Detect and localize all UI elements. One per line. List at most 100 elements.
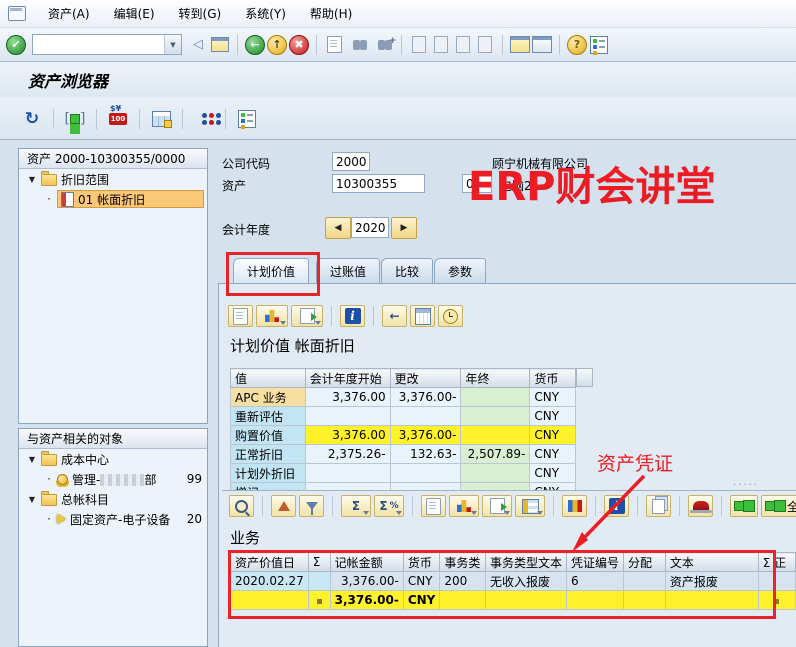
folder-icon xyxy=(41,174,57,186)
refresh-icon[interactable]: ↻ xyxy=(20,107,44,131)
display-master-data-icon[interactable]: [] xyxy=(63,107,87,131)
expander-icon[interactable]: ▼ xyxy=(27,175,37,184)
title-bar: 资产浏览器 xyxy=(0,62,796,98)
bullet-icon: · xyxy=(45,472,53,486)
menu-system[interactable]: 系统(Y) xyxy=(233,0,298,28)
redacted-text xyxy=(100,474,144,486)
related-objects-header: 与资产相关的对象 xyxy=(19,429,207,449)
annotation-box-planned-tab xyxy=(226,252,320,296)
help-icon[interactable]: ? xyxy=(567,35,587,55)
tab-comparison[interactable]: 比较 xyxy=(381,258,433,284)
gl-account-label: 固定资产-电子设备 xyxy=(70,511,170,528)
menu-edit[interactable]: 编辑(E) xyxy=(102,0,167,28)
subtotal-menu-button[interactable]: Σ% xyxy=(374,495,404,517)
gl-account-number: 20 xyxy=(187,512,207,526)
tree-item-depreciation-areas[interactable]: ▼ 折旧范围 xyxy=(19,169,207,189)
tree-item-label: 折旧范围 xyxy=(61,171,109,188)
table-row[interactable]: 增记 CNY xyxy=(231,483,576,491)
annotation-arrow xyxy=(552,468,662,560)
section-divider xyxy=(222,490,796,491)
tab-parameters[interactable]: 参数 xyxy=(434,258,486,284)
annotation-box-transactions xyxy=(228,550,776,619)
filter-icon[interactable] xyxy=(299,495,324,517)
tree-item-label: 01 帐面折旧 xyxy=(78,191,145,208)
last-page-icon[interactable] xyxy=(475,35,495,55)
display-document-icon[interactable]: ← xyxy=(382,305,407,327)
create-shortcut-icon[interactable] xyxy=(532,35,552,55)
system-menu-icon[interactable] xyxy=(8,6,26,21)
table-row[interactable]: 正常折旧 2,375.26- 132.63- 2,507.89- CNY xyxy=(231,445,576,464)
menu-goto[interactable]: 转到(G) xyxy=(167,0,234,28)
transactions-toolbar: Σ Σ% i 全部 xyxy=(229,495,796,517)
chevron-down-icon[interactable]: ▼ xyxy=(164,35,181,54)
compare-values-icon[interactable] xyxy=(192,107,216,131)
splitter-handle[interactable]: ····· xyxy=(733,480,759,491)
bullet-icon: · xyxy=(45,512,53,526)
enter-key-icon[interactable]: ◁ xyxy=(188,35,208,55)
table-row[interactable]: 重新评估 CNY xyxy=(231,407,576,426)
tree-item-cost-center-folder[interactable]: ▼ 成本中心 xyxy=(19,449,207,469)
tree-item-cost-center[interactable]: · 管理-部 99 xyxy=(19,469,207,489)
first-page-icon[interactable] xyxy=(409,35,429,55)
detail-list-icon[interactable] xyxy=(730,495,758,517)
sum-menu-button[interactable]: Σ xyxy=(341,495,371,517)
table-row[interactable]: APC 业务 3,376.00 3,376.00- CNY xyxy=(231,388,576,407)
tree-item-label: 总帐科目 xyxy=(61,491,109,508)
print-icon[interactable] xyxy=(324,35,344,55)
chart-menu-button[interactable] xyxy=(449,495,479,517)
print-icon[interactable] xyxy=(421,495,446,517)
chart-menu-button[interactable] xyxy=(256,305,288,327)
tree-item-book-depreciation[interactable]: · 01 帐面折旧 xyxy=(19,189,207,209)
tab-posted-values[interactable]: 过账值 xyxy=(316,258,380,284)
abc-analysis-icon[interactable] xyxy=(688,495,713,517)
print-icon[interactable] xyxy=(228,305,253,327)
fiscal-year-field[interactable]: 2020 xyxy=(351,217,389,238)
expander-icon[interactable]: ▼ xyxy=(27,495,37,504)
back-icon[interactable]: ← xyxy=(245,35,265,55)
layout-menu-button[interactable] xyxy=(515,495,545,517)
command-field[interactable]: ▼ xyxy=(32,34,182,55)
previous-year-button[interactable]: ◀ xyxy=(325,217,351,239)
next-year-button[interactable]: ▶ xyxy=(391,217,417,239)
currency-translation-icon[interactable]: 100 xyxy=(106,107,130,131)
exit-icon[interactable]: ↑ xyxy=(267,35,287,55)
menu-help[interactable]: 帮助(H) xyxy=(298,0,364,28)
expander-icon[interactable]: ▼ xyxy=(27,455,37,464)
cost-center-number: 99 xyxy=(187,472,207,486)
menu-asset[interactable]: 资产(A) xyxy=(36,0,102,28)
table-scrollbar-stub xyxy=(576,368,593,387)
selected-item-highlight[interactable]: 01 帐面折旧 xyxy=(57,190,204,208)
save-icon[interactable] xyxy=(210,35,230,55)
table-row[interactable]: 购置价值 3,376.00 3,376.00- CNY xyxy=(231,426,576,445)
planned-values-toolbar: i ← xyxy=(228,305,463,327)
info-icon[interactable]: i xyxy=(340,305,365,327)
new-session-icon[interactable] xyxy=(510,35,530,55)
find-icon[interactable] xyxy=(346,35,366,55)
standard-toolbar: ✔ ▼ ◁ ← ↑ ✖ ? xyxy=(0,28,796,62)
recalculate-values-icon[interactable] xyxy=(410,305,435,327)
detail-list-all-button[interactable]: 全部 xyxy=(761,495,796,517)
enter-icon[interactable]: ✔ xyxy=(6,35,26,55)
table-row[interactable]: 计划外折旧 CNY xyxy=(231,464,576,483)
tree-item-gl-folder[interactable]: ▼ 总帐科目 xyxy=(19,489,207,509)
planned-values-title: 计划价值 帐面折旧 xyxy=(230,335,355,356)
export-menu-button[interactable] xyxy=(482,495,512,517)
cancel-icon[interactable]: ✖ xyxy=(289,35,309,55)
customize-layout-icon[interactable] xyxy=(589,35,609,55)
folder-icon xyxy=(41,494,57,506)
detail-icon[interactable] xyxy=(229,495,254,517)
find-next-icon[interactable] xyxy=(368,35,394,55)
col-value: 值 xyxy=(231,369,306,388)
interval-clock-icon[interactable] xyxy=(438,305,463,327)
tree-item-gl-account[interactable]: · 固定资产-电子设备 20 xyxy=(19,509,207,529)
next-page-icon[interactable] xyxy=(453,35,473,55)
asset-label: 资产 xyxy=(222,177,246,194)
legend-icon[interactable] xyxy=(235,107,259,131)
depreciation-calculation-icon[interactable] xyxy=(149,107,173,131)
company-code-field[interactable]: 2000 xyxy=(332,152,370,171)
sort-ascending-icon[interactable] xyxy=(271,495,296,517)
asset-number-field[interactable]: 10300355 xyxy=(332,174,425,193)
gl-account-icon xyxy=(57,514,66,524)
previous-page-icon[interactable] xyxy=(431,35,451,55)
export-menu-button[interactable] xyxy=(291,305,323,327)
